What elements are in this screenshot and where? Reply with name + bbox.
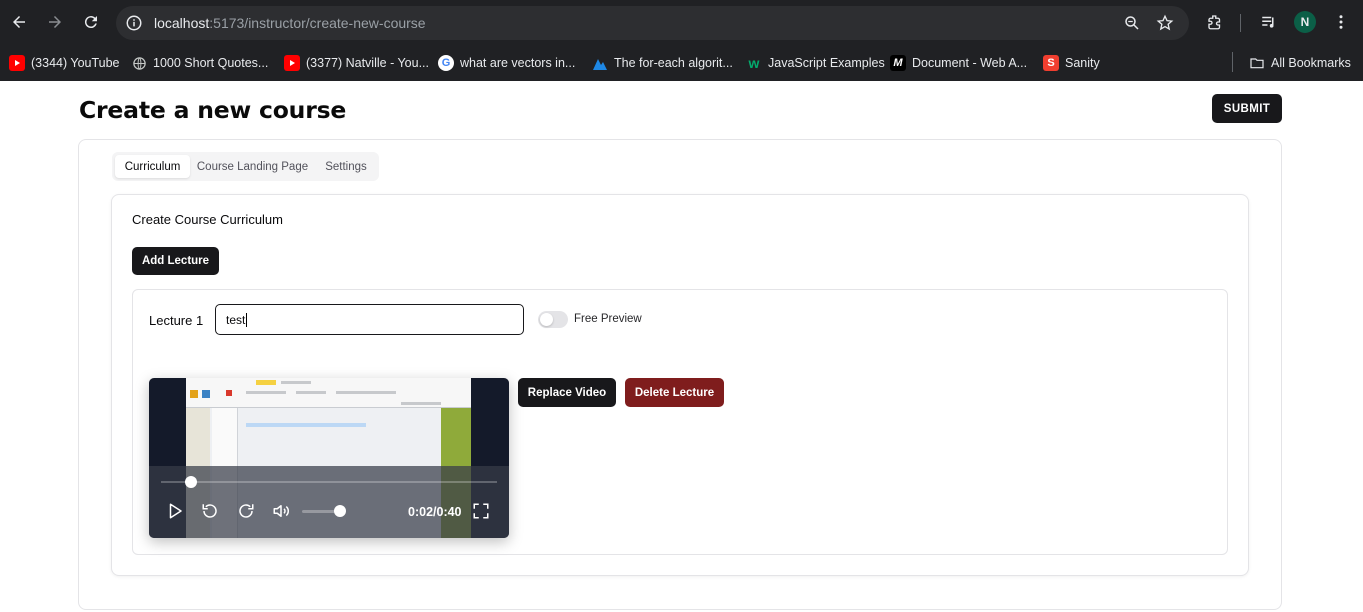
kebab-menu-icon[interactable] [1330,11,1352,33]
zoom-icon[interactable] [1123,14,1141,32]
rewind-icon[interactable] [200,501,220,521]
site-info-icon[interactable] [125,14,143,32]
replace-video-button[interactable]: Replace Video [518,378,616,407]
bookmark-item[interactable]: G what are vectors in... [438,52,575,74]
bookmark-item[interactable]: S Sanity [1043,52,1100,74]
video-time-display: 0:02/0:40 [408,505,462,519]
add-lecture-button[interactable]: Add Lecture [132,247,219,275]
video-player[interactable]: 0:02/0:40 [149,378,509,538]
media-controls-icon[interactable] [1258,11,1280,33]
delete-lecture-button[interactable]: Delete Lecture [625,378,724,407]
sanity-icon: S [1043,55,1059,71]
address-bar[interactable]: localhost:5173/instructor/create-new-cou… [116,6,1189,40]
toolbar-divider [1240,14,1241,32]
text-caret [246,312,248,327]
tab-list: Curriculum Course Landing Page Settings [112,152,379,181]
tab-curriculum[interactable]: Curriculum [115,155,190,178]
play-icon[interactable] [165,501,185,521]
video-progress-knob[interactable] [185,476,197,488]
bookmark-item[interactable]: 1000 Short Quotes... [131,52,268,74]
section-title: Create Course Curriculum [132,212,283,227]
bookmark-label: 1000 Short Quotes... [153,56,269,70]
tab-course-landing-page[interactable]: Course Landing Page [194,155,311,178]
fullscreen-icon[interactable] [471,501,491,521]
bookmarks-divider [1232,52,1233,72]
bookmark-item[interactable]: M Document - Web A... [890,52,1027,74]
submit-button[interactable]: SUBMIT [1212,94,1282,123]
bookmark-item[interactable]: w JavaScript Examples [746,52,885,74]
video-frame-selection [246,423,366,427]
all-bookmarks-label: All Bookmarks [1271,56,1351,70]
bookmark-item[interactable]: The for-each algorit... [592,52,733,74]
video-frame-window-header [186,378,471,408]
lecture-label: Lecture 1 [149,313,204,328]
volume-icon[interactable] [271,501,291,521]
bookmark-label: Document - Web A... [912,56,1028,70]
bookmark-item[interactable]: (3344) YouTube [9,52,120,74]
browser-toolbar: localhost:5173/instructor/create-new-cou… [0,0,1363,45]
site-icon [592,55,608,71]
bookmark-label: Sanity [1065,56,1100,70]
lecture-title-value: test [226,312,246,327]
bookmark-item[interactable]: (3377) Natville - You... [284,52,429,74]
folder-icon [1249,55,1265,71]
fast-forward-icon[interactable] [236,501,256,521]
google-icon: G [438,55,454,71]
all-bookmarks-button[interactable]: All Bookmarks [1249,52,1351,74]
bookmark-label: JavaScript Examples [768,56,885,70]
bookmark-star-icon[interactable] [1156,14,1174,32]
bookmark-label: what are vectors in... [460,56,576,70]
bookmark-label: (3344) YouTube [31,56,120,70]
youtube-icon [284,55,300,71]
url-path: :5173/instructor/create-new-course [209,15,426,31]
forward-arrow-icon[interactable] [43,10,67,34]
free-preview-label: Free Preview [574,313,642,325]
video-progress-track[interactable] [161,481,497,483]
mdn-icon: M [890,55,906,71]
extensions-icon[interactable] [1204,11,1226,33]
bookmark-label: (3377) Natville - You... [306,56,429,70]
free-preview-switch[interactable] [538,311,568,328]
reload-icon[interactable] [79,10,103,34]
tab-settings[interactable]: Settings [317,155,375,178]
bookmarks-bar: (3344) YouTube 1000 Short Quotes... (337… [0,45,1363,81]
volume-slider-knob[interactable] [334,505,346,517]
lecture-title-input[interactable]: test [215,304,524,335]
page-title: Create a new course [79,96,347,124]
globe-icon [131,55,147,71]
bookmark-label: The for-each algorit... [614,56,733,70]
url-host: localhost [154,15,210,31]
switch-knob [540,313,553,326]
back-arrow-icon[interactable] [7,10,31,34]
profile-avatar[interactable]: N [1294,11,1316,33]
url-text: localhost:5173/instructor/create-new-cou… [154,15,426,31]
w3schools-icon: w [748,55,760,71]
youtube-icon [9,55,25,71]
